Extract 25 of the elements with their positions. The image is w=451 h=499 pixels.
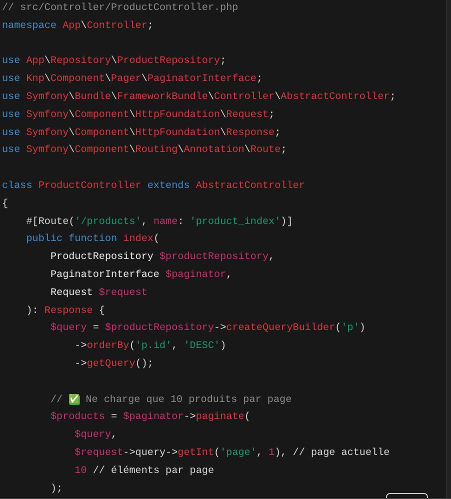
code-line: ): Response { [25,304,105,319]
code-line: ->getQuery(); [74,358,154,372]
code-line: // ✅ Ne charge que 10 produits par page [49,393,292,408]
code-line: use Symfony\Bundle\FrameworkBundle\Controller\AbstractController; [2,90,396,105]
code-line: Request $request [49,286,148,301]
code-line: public function index( [25,232,160,248]
code-line: use Symfony\Component\HttpFoundation\Request; [2,108,275,123]
code-line: $query, [74,428,118,444]
code-line: ->orderBy('p.id', 'DESC') [74,340,226,354]
code-line: ProductRepository $productRepository, [49,250,275,266]
code-line: class ProductController extends AbstractController [2,180,305,194]
code-line: $products = $paginator->paginate( [49,410,250,426]
code-line: $query = $productRepository->createQueryBuilder('p') [49,322,366,336]
code-line: use Symfony\Component\HttpFoundation\Response; [2,126,281,141]
code-line: use Knp\Component\Pager\PaginatorInterface; [2,72,262,88]
code-line: namespace App\Controller; [2,20,154,34]
code-line: $request->query->getInt('page', 1), // page actuelle [74,446,390,461]
code-line: ); [49,482,63,497]
code-line: { [2,198,8,212]
code-line: // src/Controller/ProductController.php [2,2,238,16]
code-line: PaginatorInterface $paginator, [49,268,232,283]
code-line: #[Route('/products', name: 'product_index')] [25,216,293,230]
code-line: use App\Repository\ProductRepository; [2,54,226,70]
code-line: use Symfony\Component\Routing\Annotation\Route; [2,144,287,158]
code-line: 10 // éléments par page [74,464,214,479]
